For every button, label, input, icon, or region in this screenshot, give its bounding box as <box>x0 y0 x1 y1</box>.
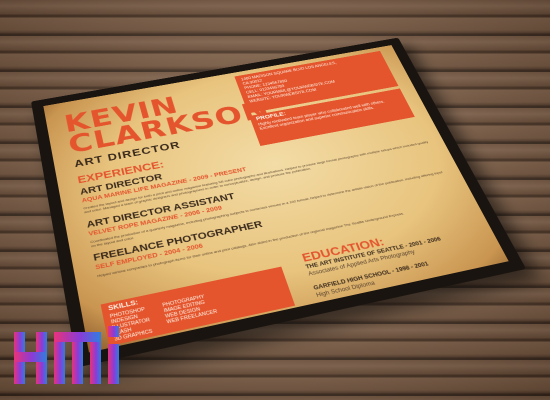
watermark-logo-icon <box>14 326 119 384</box>
